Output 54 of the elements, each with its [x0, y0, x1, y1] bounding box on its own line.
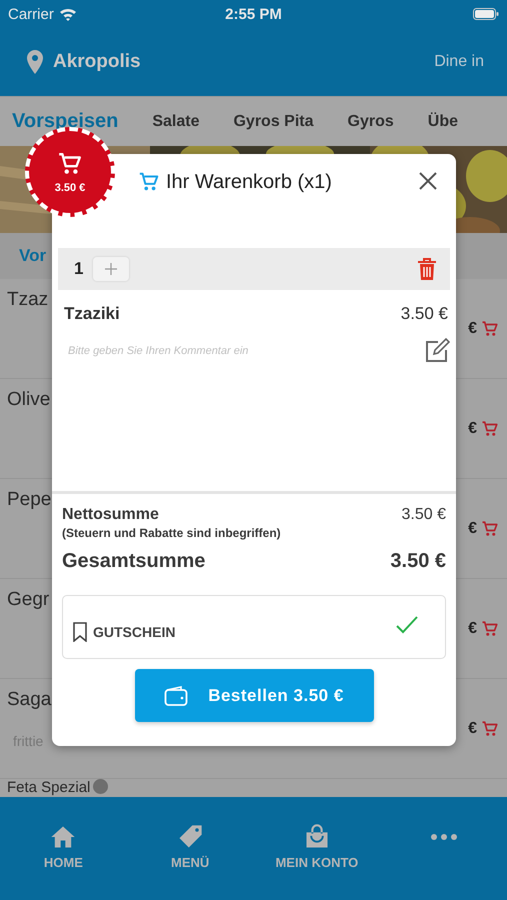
comment-field[interactable]: Bitte geben Sie Ihren Kommentar ein [66, 344, 424, 358]
voucher-button[interactable]: GUTSCHEIN [62, 595, 446, 659]
quantity-value: 1 [74, 259, 84, 279]
item-name: Tzaziki [64, 304, 120, 324]
edit-button[interactable] [424, 338, 450, 364]
wifi-icon [58, 7, 77, 21]
dish-name[interactable]: Gegr [7, 589, 50, 611]
grand-total-label: Gesamtsumme [62, 550, 206, 573]
add-to-cart-icon [481, 320, 499, 338]
section-title: Vor [19, 246, 46, 266]
clock-time: 2:55 PM [225, 6, 282, 22]
delete-button[interactable] [416, 257, 438, 281]
dish-name[interactable]: Feta Spezial [7, 779, 90, 796]
dish-price: € [468, 420, 477, 438]
grand-total-value: 3.50 € [390, 550, 446, 573]
voucher-label: GUTSCHEIN [93, 624, 176, 640]
add-to-cart-icon [481, 620, 499, 638]
category-tab[interactable]: Übe [428, 112, 458, 130]
order-mode-link[interactable]: Dine in [434, 53, 484, 71]
dialog-title: Ihr Warenkorb (x1) [166, 170, 332, 194]
dish-name[interactable]: Tzaz [7, 289, 48, 311]
order-button[interactable]: Bestellen 3.50 € [134, 669, 374, 722]
dish-name[interactable]: Pepe [7, 489, 52, 511]
add-to-cart-icon [481, 720, 499, 738]
increase-button[interactable] [93, 257, 130, 281]
wallet-icon [164, 686, 188, 706]
bookmark-icon [73, 622, 87, 642]
category-tab[interactable]: Salate [152, 112, 200, 130]
restaurant-name[interactable]: Akropolis [53, 51, 141, 73]
item-price: 3.50 € [400, 304, 448, 324]
nav-tab[interactable]: MENÜ [126, 823, 254, 900]
battery-icon [473, 8, 499, 20]
category-tab[interactable]: Gyros Pita [233, 112, 314, 130]
cart-icon [57, 150, 83, 176]
category-tab[interactable]: Gyros [348, 112, 394, 130]
plus-icon [105, 263, 118, 275]
add-to-cart-icon [481, 420, 499, 438]
net-total-value: 3.50 € [402, 506, 446, 524]
location-pin-icon [25, 50, 45, 74]
dish-name[interactable]: Olive [7, 389, 50, 411]
add-to-cart-icon [481, 520, 499, 538]
dish-price: € [468, 620, 477, 638]
nav-tab[interactable]: HOME [0, 823, 127, 900]
dish-name[interactable]: Saga [7, 689, 52, 711]
net-total-label: Nettosumme [62, 506, 159, 524]
cart-total: 3.50 € [54, 182, 86, 194]
tax-note: (Steuern und Rabatte sind inbegriffen) [62, 526, 282, 540]
dish-price: € [468, 320, 477, 338]
dish-price: € [468, 720, 477, 738]
nav-tab[interactable]: MEIN KONTO [254, 823, 380, 900]
carrier-label: Carrier [8, 6, 54, 22]
dish-price: € [468, 520, 477, 538]
cart-icon [138, 171, 160, 193]
more-icon [430, 832, 458, 842]
